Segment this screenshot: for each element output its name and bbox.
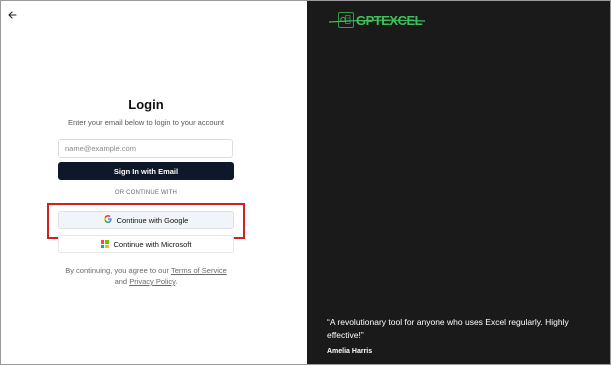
google-button-label: Continue with Google bbox=[116, 215, 189, 225]
privacy-policy-link[interactable]: Privacy Policy bbox=[129, 277, 175, 286]
microsoft-button-label: Continue with Microsoft bbox=[113, 239, 192, 249]
google-icon bbox=[103, 215, 112, 225]
brand-panel: GPTEXCEL “A revolutionary tool for anyon… bbox=[307, 1, 610, 364]
email-field[interactable] bbox=[58, 139, 233, 158]
arrow-left-icon[interactable] bbox=[7, 7, 17, 19]
login-panel: Login Enter your email below to login to… bbox=[1, 1, 307, 364]
logo-swoosh bbox=[328, 19, 426, 23]
testimonial-quote: “A revolutionary tool for anyone who use… bbox=[327, 317, 569, 340]
continue-with-microsoft-button[interactable]: Continue with Microsoft bbox=[58, 235, 234, 253]
divider-label: OR CONTINUE WITH bbox=[114, 190, 178, 196]
continue-with-google-button[interactable]: Continue with Google bbox=[58, 211, 234, 229]
page-subtitle: Enter your email below to login to your … bbox=[68, 118, 224, 127]
terms-of-service-link[interactable]: Terms of Service bbox=[171, 266, 227, 275]
page-title: Login bbox=[128, 97, 164, 112]
terms-text: By continuing, you agree to our Terms of… bbox=[65, 266, 227, 286]
microsoft-icon bbox=[100, 240, 109, 248]
sign-in-email-button[interactable]: Sign In with Email bbox=[58, 162, 234, 180]
testimonial-author: Amelia Harris bbox=[327, 348, 373, 355]
